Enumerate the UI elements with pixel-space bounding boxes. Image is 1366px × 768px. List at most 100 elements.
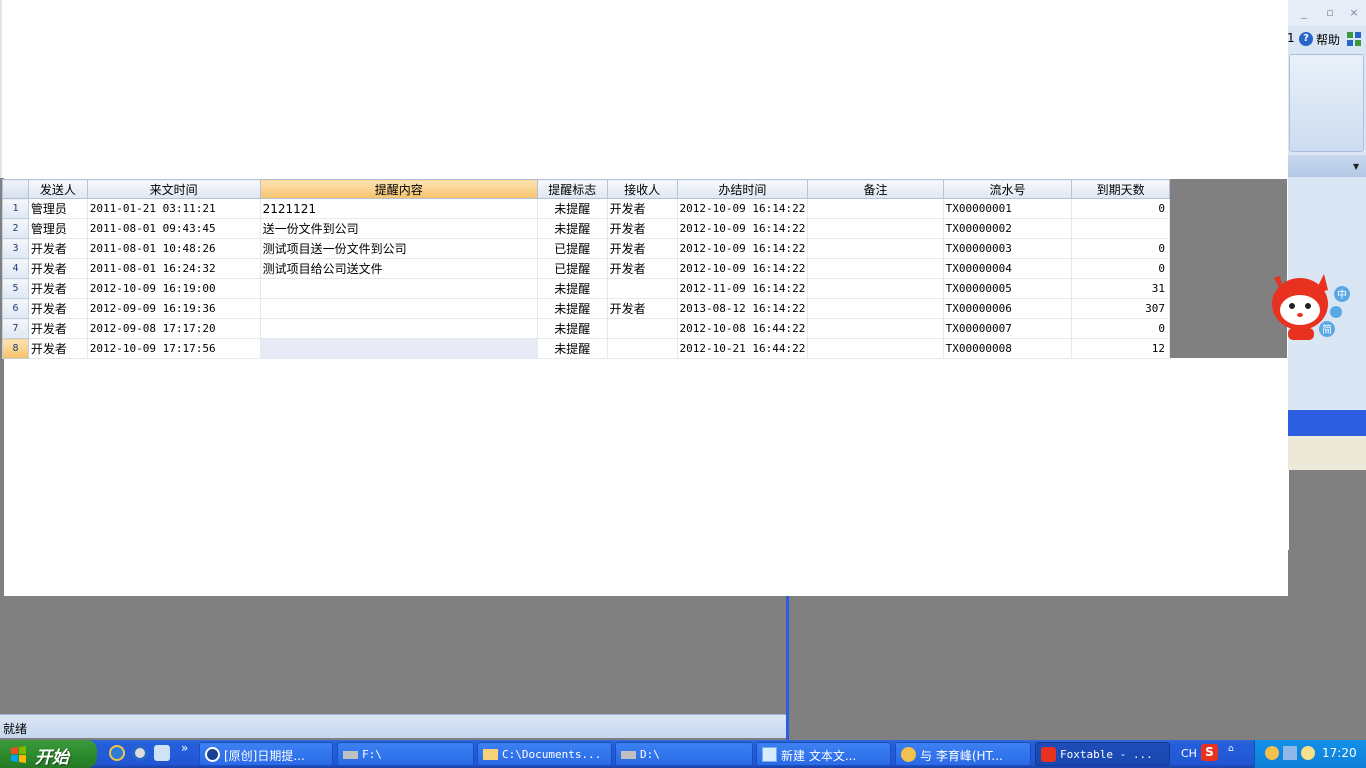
cell-sender[interactable]: 开发者 xyxy=(28,258,88,279)
cell-sender[interactable]: 开发者 xyxy=(28,298,88,319)
cell-note[interactable] xyxy=(807,318,944,339)
cell-done-time[interactable]: 2012-10-21 16:44:22 xyxy=(677,338,809,359)
cell-days[interactable]: 31 xyxy=(1071,278,1170,299)
cell-days[interactable]: 0 xyxy=(1071,258,1170,279)
help-button[interactable]: 帮助 xyxy=(1316,31,1340,48)
row-number[interactable]: 7 xyxy=(2,318,29,339)
network-icon[interactable] xyxy=(1283,746,1297,760)
cell-days[interactable]: 0 xyxy=(1071,198,1170,219)
cell-content[interactable] xyxy=(260,278,538,299)
ime-options-icon[interactable]: ⌂ xyxy=(1228,744,1234,754)
table-row[interactable]: 5 开发者 2012-10-09 16:19:00 未提醒 2012-11-09… xyxy=(2,278,1170,299)
cell-note[interactable] xyxy=(807,298,944,319)
cell-flag[interactable]: 未提醒 xyxy=(537,218,608,239)
task-button-d-drive[interactable]: D:\ xyxy=(615,742,753,766)
cell-done-time[interactable]: 2012-10-09 16:14:22 xyxy=(677,238,809,259)
task-button-foxtable[interactable]: Foxtable - ... xyxy=(1035,742,1170,766)
cell-flag[interactable]: 未提醒 xyxy=(537,198,608,219)
cell-time[interactable]: 2011-08-01 09:43:45 xyxy=(87,218,261,239)
select-all-corner[interactable] xyxy=(2,179,29,199)
cell-sender[interactable]: 开发者 xyxy=(28,278,88,299)
cell-time[interactable]: 2011-08-01 10:48:26 xyxy=(87,238,261,259)
cell-content[interactable]: 送一份文件到公司 xyxy=(260,218,538,239)
column-header-receiver[interactable]: 接收人 xyxy=(606,179,678,199)
row-number[interactable]: 6 xyxy=(2,298,29,319)
cell-flag[interactable]: 未提醒 xyxy=(537,318,608,339)
maximize-button[interactable]: ▫ xyxy=(1323,6,1337,20)
column-header-days[interactable]: 到期天数 xyxy=(1071,179,1170,199)
cell-days[interactable]: 0 xyxy=(1071,318,1170,339)
cell-sender[interactable]: 管理员 xyxy=(28,198,88,219)
cell-done-time[interactable]: 2012-10-09 16:14:22 xyxy=(677,218,809,239)
tray-app-icon[interactable] xyxy=(1265,746,1279,760)
cell-sender[interactable]: 开发者 xyxy=(28,238,88,259)
column-header-serial[interactable]: 流水号 xyxy=(942,179,1073,199)
cell-done-time[interactable]: 2013-08-12 16:14:22 xyxy=(677,298,809,319)
cell-serial[interactable]: TX00000008 xyxy=(943,338,1073,359)
row-number[interactable]: 5 xyxy=(2,278,29,299)
cell-note[interactable] xyxy=(807,218,944,239)
cell-serial[interactable]: TX00000001 xyxy=(943,198,1073,219)
task-button-notepad[interactable]: 新建 文本文... xyxy=(756,742,891,766)
cell-receiver[interactable]: 开发者 xyxy=(607,218,678,239)
cell-note[interactable] xyxy=(807,258,944,279)
ime-mascot-icon[interactable]: 中 简 xyxy=(1266,268,1356,348)
cell-serial[interactable]: TX00000007 xyxy=(943,318,1073,339)
cell-receiver[interactable] xyxy=(607,338,678,359)
close-button[interactable]: × xyxy=(1347,6,1361,20)
column-header-done-time[interactable]: 办结时间 xyxy=(676,179,809,199)
cell-serial[interactable]: TX00000003 xyxy=(943,238,1073,259)
cell-days[interactable]: 307 xyxy=(1071,298,1170,319)
cell-time[interactable]: 2012-10-09 17:17:56 xyxy=(87,338,261,359)
table-row-current[interactable]: 8 开发者 2012-10-09 17:17:56 未提醒 2012-10-21… xyxy=(2,338,1170,359)
cell-days[interactable] xyxy=(1071,218,1170,239)
row-number[interactable]: 3 xyxy=(2,238,29,259)
clock[interactable]: 17:20 xyxy=(1322,746,1357,760)
cell-flag[interactable]: 未提醒 xyxy=(537,338,608,359)
ie-icon[interactable] xyxy=(109,745,125,761)
cell-note[interactable] xyxy=(807,338,944,359)
cell-serial[interactable]: TX00000004 xyxy=(943,258,1073,279)
task-button-chat[interactable]: 与 李育峰(HT... xyxy=(895,742,1031,766)
cell-flag[interactable]: 未提醒 xyxy=(537,298,608,319)
cell-content[interactable] xyxy=(260,318,538,339)
start-button[interactable]: 开始 xyxy=(0,740,97,768)
cell-note[interactable] xyxy=(807,278,944,299)
cell-flag[interactable]: 已提醒 xyxy=(537,238,608,259)
table-row[interactable]: 7 开发者 2012-09-08 17:17:20 未提醒 2012-10-08… xyxy=(2,318,1170,339)
task-button-documents[interactable]: C:\Documents... xyxy=(477,742,612,766)
apps-icon[interactable] xyxy=(1346,31,1362,47)
splitter[interactable] xyxy=(786,596,789,740)
cell-content[interactable]: 测试项目送一份文件到公司 xyxy=(260,238,538,259)
cell-time[interactable]: 2011-01-21 03:11:21 xyxy=(87,198,261,219)
cell-content[interactable]: 测试项目给公司送文件 xyxy=(260,258,538,279)
column-header-flag[interactable]: 提醒标志 xyxy=(536,179,608,199)
cell-sender[interactable]: 开发者 xyxy=(28,338,88,359)
cell-sender[interactable]: 开发者 xyxy=(28,318,88,339)
messenger-icon[interactable] xyxy=(1301,746,1315,760)
quick-launch-overflow-icon[interactable]: » xyxy=(181,741,188,755)
table-row[interactable]: 2 管理员 2011-08-01 09:43:45 送一份文件到公司 未提醒 开… xyxy=(2,218,1170,239)
cell-done-time[interactable]: 2012-11-09 16:14:22 xyxy=(677,278,809,299)
cell-flag[interactable]: 未提醒 xyxy=(537,278,608,299)
cell-receiver[interactable] xyxy=(607,318,678,339)
column-header-time[interactable]: 来文时间 xyxy=(86,179,261,199)
dropdown-arrow-icon[interactable]: ▼ xyxy=(1353,162,1359,171)
cell-receiver[interactable] xyxy=(607,278,678,299)
row-number[interactable]: 4 xyxy=(2,258,29,279)
cell-serial[interactable]: TX00000002 xyxy=(943,218,1073,239)
cell-time[interactable]: 2012-09-09 16:19:36 xyxy=(87,298,261,319)
cell-serial[interactable]: TX00000005 xyxy=(943,278,1073,299)
column-header-sender[interactable]: 发送人 xyxy=(27,179,88,199)
cell-time[interactable]: 2012-09-08 17:17:20 xyxy=(87,318,261,339)
data-grid[interactable]: 发送人 来文时间 提醒内容 提醒标志 接收人 办结时间 备注 流水号 到期天数 … xyxy=(2,179,1170,359)
cell-note[interactable] xyxy=(807,198,944,219)
help-icon[interactable]: ? xyxy=(1299,32,1313,46)
cell-sender[interactable]: 管理员 xyxy=(28,218,88,239)
task-button-f-drive[interactable]: F:\ xyxy=(337,742,474,766)
cell-receiver[interactable]: 开发者 xyxy=(607,298,678,319)
minimize-button[interactable]: _ xyxy=(1297,6,1311,20)
cell-content[interactable]: 2121121 xyxy=(260,198,538,219)
row-number[interactable]: 2 xyxy=(2,218,29,239)
cell-content[interactable] xyxy=(260,298,538,319)
